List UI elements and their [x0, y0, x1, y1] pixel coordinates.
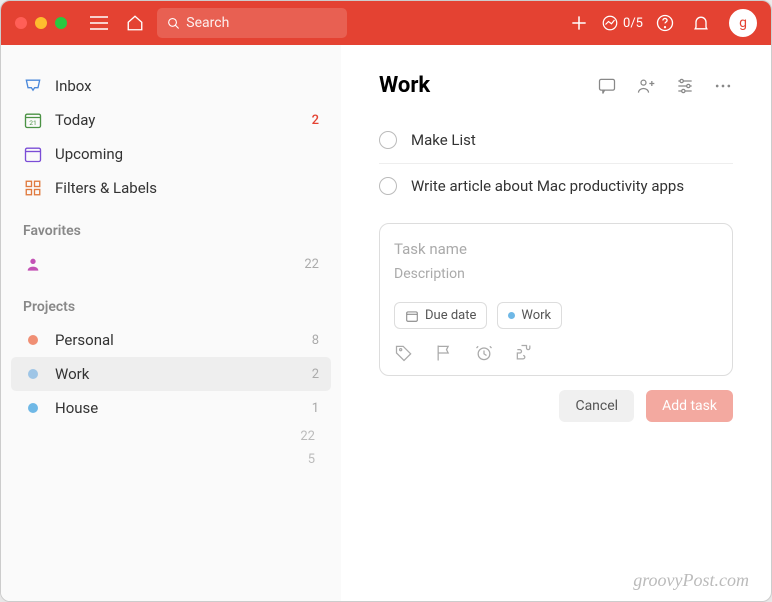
task-description-input[interactable] [394, 262, 718, 286]
menu-icon[interactable] [85, 9, 113, 37]
page-title: Work [379, 73, 597, 98]
cancel-button[interactable]: Cancel [559, 390, 634, 422]
sidebar-count: 8 [312, 333, 319, 348]
sidebar-favorite-item[interactable]: 22 [11, 247, 331, 281]
sidebar-label: Today [55, 111, 300, 129]
watermark: groovyPost.com [633, 570, 749, 591]
minimize-window-button[interactable] [35, 17, 47, 29]
avatar[interactable]: g [729, 9, 757, 37]
sidebar-label: Inbox [55, 77, 319, 95]
sidebar-project-work[interactable]: Work 2 [11, 357, 331, 391]
project-color-dot [28, 403, 38, 413]
sidebar-item-inbox[interactable]: Inbox [11, 69, 331, 103]
chip-label: Work [521, 308, 551, 323]
project-color-dot [28, 335, 38, 345]
notifications-icon[interactable] [687, 9, 715, 37]
sidebar-item-today[interactable]: 21 Today 2 [11, 103, 331, 137]
maximize-window-button[interactable] [55, 17, 67, 29]
sidebar-section-projects: Projects [11, 281, 331, 323]
help-icon[interactable] [651, 9, 679, 37]
search-input[interactable] [186, 15, 337, 31]
extension-icon[interactable] [514, 343, 534, 363]
due-date-chip[interactable]: Due date [394, 302, 487, 329]
sidebar-section-favorites: Favorites [11, 205, 331, 247]
task-composer: Due date Work [379, 223, 733, 376]
add-task-icon[interactable] [565, 9, 593, 37]
label-icon[interactable] [394, 343, 414, 363]
task-checkbox[interactable] [379, 131, 397, 149]
app-window: 0/5 g Inbox 21 Today 2 Upcoming Filters … [0, 0, 772, 602]
productivity-icon [601, 14, 619, 32]
productivity-button[interactable]: 0/5 [601, 14, 643, 32]
priority-flag-icon[interactable] [434, 343, 454, 363]
sidebar-count: 2 [312, 367, 319, 382]
chip-label: Due date [425, 308, 476, 323]
task-checkbox[interactable] [379, 177, 397, 195]
window-controls [15, 17, 67, 29]
task-title: Make List [411, 130, 476, 151]
inbox-icon [23, 76, 43, 96]
sidebar-item-upcoming[interactable]: Upcoming [11, 137, 331, 171]
reminder-icon[interactable] [474, 343, 494, 363]
add-task-button[interactable]: Add task [646, 390, 733, 422]
productivity-count: 0/5 [623, 16, 643, 31]
upcoming-icon [23, 144, 43, 164]
home-icon[interactable] [121, 9, 149, 37]
more-icon[interactable] [713, 76, 733, 96]
sidebar-label: House [55, 399, 300, 417]
sidebar-tally: 5 [11, 448, 331, 471]
share-icon[interactable] [635, 76, 657, 96]
view-options-icon[interactable] [675, 76, 695, 96]
sidebar-label: Upcoming [55, 145, 319, 163]
task-item[interactable]: Make List [379, 118, 733, 164]
project-color-dot [508, 312, 515, 319]
sidebar-item-filters-labels[interactable]: Filters & Labels [11, 171, 331, 205]
search-icon [167, 16, 180, 31]
close-window-button[interactable] [15, 17, 27, 29]
comments-icon[interactable] [597, 76, 617, 96]
sidebar-count: 2 [312, 113, 319, 128]
task-title: Write article about Mac productivity app… [411, 176, 684, 197]
person-icon [23, 254, 43, 274]
sidebar-count: 22 [304, 257, 319, 272]
project-chip[interactable]: Work [497, 302, 562, 329]
sidebar-project-house[interactable]: House 1 [11, 391, 331, 425]
today-icon: 21 [23, 110, 43, 130]
sidebar-count: 1 [312, 401, 319, 416]
sidebar-label: Personal [55, 331, 300, 349]
project-color-dot [28, 369, 38, 379]
sidebar-label: Work [55, 365, 300, 383]
grid-icon [23, 178, 43, 198]
calendar-icon [405, 309, 419, 323]
titlebar: 0/5 g [1, 1, 771, 45]
main-panel: Work Make List Write article about Mac p… [341, 45, 771, 601]
task-item[interactable]: Write article about Mac productivity app… [379, 164, 733, 209]
sidebar-project-personal[interactable]: Personal 8 [11, 323, 331, 357]
sidebar-label: Filters & Labels [55, 179, 319, 197]
search-box[interactable] [157, 8, 347, 38]
task-name-input[interactable] [394, 236, 718, 262]
sidebar: Inbox 21 Today 2 Upcoming Filters & Labe… [1, 45, 341, 601]
sidebar-tally: 22 [11, 425, 331, 448]
svg-text:21: 21 [29, 119, 36, 127]
